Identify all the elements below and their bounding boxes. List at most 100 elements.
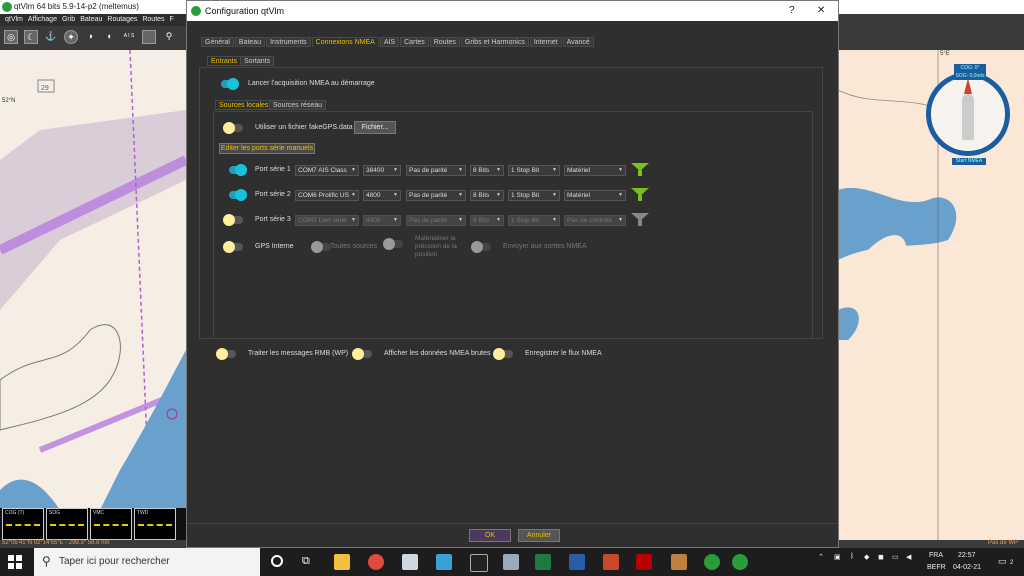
app-icon[interactable] [569,554,585,570]
anchor-icon[interactable]: ⚓ [44,30,58,44]
start-button[interactable] [8,555,22,569]
menu-routes[interactable]: Routes [142,14,164,26]
excel-icon[interactable] [535,554,551,570]
acrobat-icon[interactable] [636,554,652,570]
help-button[interactable]: ? [789,5,795,16]
target-icon[interactable]: ◎ [4,30,18,44]
app-icon[interactable] [671,554,687,570]
search-icon[interactable]: ⚲ [162,30,176,44]
subtab-sortants[interactable]: Sortants [240,56,275,66]
use-file-toggle[interactable] [223,122,245,134]
port2-parity-select[interactable]: Pas de parité ▼ [406,190,466,201]
dropbox-icon[interactable]: ◆ [864,553,869,561]
menu-qtvlm[interactable]: qtVlm [5,14,23,26]
clock-time[interactable]: 22:57 [958,552,976,559]
tab-instruments[interactable]: Instruments [266,37,311,47]
port2-baud-select[interactable]: 4800 ▼ [363,190,401,201]
subtab-entrants[interactable]: Entrants [207,56,242,66]
tray-icon[interactable]: ▣ [834,553,841,561]
input-language[interactable]: FRA [929,552,943,559]
port3-baud-select[interactable]: 4800 ▼ [363,215,401,226]
sail-icon[interactable]: ◗ [84,30,98,44]
menu-routages[interactable]: Routages [107,14,137,26]
gps-internal-toggle[interactable] [223,241,245,253]
tab-internet[interactable]: Internet [529,37,562,47]
menu-grib[interactable]: Grib [62,14,75,26]
subtab-sources-locales[interactable]: Sources locales [215,100,273,110]
tab-connexions-nmea[interactable]: Connexions NMEA [311,37,379,47]
port1-filter-icon[interactable] [631,163,649,177]
port2-filter-icon[interactable] [631,188,649,202]
port3-bits-select[interactable]: 8 Bits ▼ [470,215,504,226]
close-button[interactable]: ✕ [817,5,825,16]
app-icon[interactable] [436,554,452,570]
port2-flow-select[interactable]: Matériel ▼ [564,190,626,201]
launch-nmea-toggle[interactable] [217,78,239,90]
tray-icon[interactable]: ◼ [878,553,884,561]
file-browse-button[interactable]: Fichier... [354,121,396,134]
app-icon[interactable] [704,554,720,570]
port2-com-select[interactable]: COM6 Prolific US ▼ [295,190,359,201]
port2-stop-select[interactable]: 1 Stop Bit ▼ [508,190,560,201]
clock-date[interactable]: 04-02-21 [953,564,981,571]
tab-routes[interactable]: Routes [429,37,460,47]
tab-avance[interactable]: Avancé [562,37,594,47]
port2-bits-select[interactable]: 8 Bits ▼ [470,190,504,201]
record-nmea-toggle[interactable] [493,348,515,360]
edit-manual-ports-button[interactable]: Editer les ports série manuels [219,143,315,154]
instrument-sog[interactable]: SOG [46,508,88,540]
app-icon[interactable] [603,554,619,570]
subtab-sources-reseau[interactable]: Sources réseau [269,100,327,110]
send-nmea-toggle[interactable] [471,241,493,253]
volume-icon[interactable]: ◀ [906,553,911,561]
network-icon[interactable]: ▭ [892,553,899,561]
moon-icon[interactable]: ☾ [24,30,38,44]
taskbar-search[interactable]: ⚲ Taper ici pour rechercher [34,548,260,576]
chrome-icon[interactable] [368,554,384,570]
qtvlm-taskbar-icon[interactable] [732,554,748,570]
task-view-icon[interactable]: ⧉ [302,555,310,568]
menu-f[interactable]: F [170,14,174,26]
port3-parity-select[interactable]: Pas de parité ▼ [406,215,466,226]
chart-map-right[interactable]: COG: 0° SOG: 0,0nds Start NMEA 5°E [838,50,1024,540]
port3-filter-icon[interactable] [631,213,649,227]
instrument-twd[interactable]: TWD [134,508,176,540]
port1-parity-select[interactable]: Pas de parité ▼ [406,165,466,176]
port1-flow-select[interactable]: Matériel ▼ [564,165,626,176]
port3-flow-select[interactable]: Pas de contrôle ▼ [564,215,626,226]
menu-affichage[interactable]: Affichage [28,14,57,26]
instrument-cog[interactable]: COG (T) [2,508,44,540]
port3-com-select[interactable]: COM3 Lien série ▼ [295,215,359,226]
port3-toggle[interactable] [223,214,245,226]
tab-gribs[interactable]: Gribs et Harmonics [460,37,529,47]
port1-toggle[interactable] [225,164,247,176]
sail2-icon[interactable]: ◖ [102,30,116,44]
port1-com-select[interactable]: COM7 AIS Class ▼ [295,165,359,176]
raw-nmea-toggle[interactable] [352,348,374,360]
menu-bateau[interactable]: Bateau [80,14,102,26]
tab-general[interactable]: Général [201,37,234,47]
port3-stop-select[interactable]: 1 Stop Bit ▼ [508,215,560,226]
compass-icon[interactable]: ✦ [64,30,78,44]
port1-baud-select[interactable]: 38400 ▼ [363,165,401,176]
port2-toggle[interactable] [225,189,247,201]
ok-button[interactable]: OK [469,529,511,542]
instrument-vmc[interactable]: VMC [90,508,132,540]
7zip-icon[interactable] [470,554,488,572]
square-icon[interactable] [142,30,156,44]
input-locale[interactable]: BEFR [927,564,946,571]
port1-stop-select[interactable]: 1 Stop Bit ▼ [508,165,560,176]
calculator-icon[interactable] [503,554,519,570]
chart-map-left[interactable]: 29 52°N [0,50,186,510]
file-explorer-icon[interactable] [334,554,350,570]
rmb-toggle[interactable] [216,348,238,360]
notifications-icon[interactable]: ▭ [998,556,1007,567]
tab-ais[interactable]: AIS [379,37,400,47]
tab-cartes[interactable]: Cartes [400,37,429,47]
tab-bateau[interactable]: Bateau [234,37,266,47]
cortana-icon[interactable] [271,555,283,567]
compass-widget[interactable]: COG: 0° SOG: 0,0nds Start NMEA [924,64,1016,180]
tray-chevron-icon[interactable]: ⌃ [818,553,824,561]
cancel-button[interactable]: Annuler [518,529,560,542]
port1-bits-select[interactable]: 8 Bits ▼ [470,165,504,176]
